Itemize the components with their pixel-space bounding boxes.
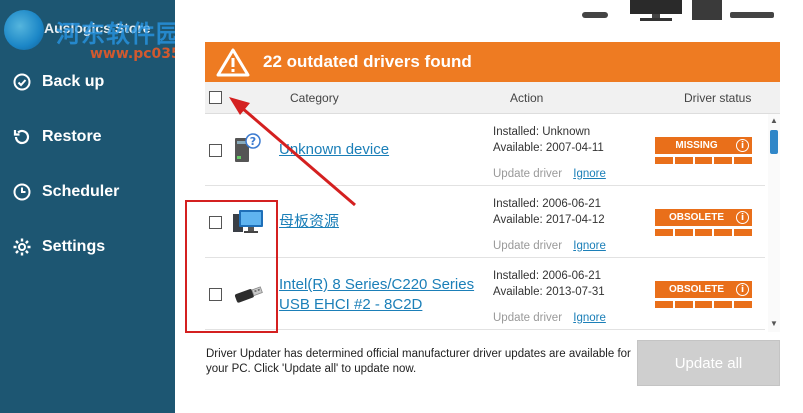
- computer-illustration-icon: [582, 0, 774, 21]
- driver-actions: Update driver Ignore: [493, 168, 606, 180]
- driver-versions: Installed: 2006-06-21 Available: 2013-07…: [493, 268, 605, 300]
- column-category: Category: [290, 91, 339, 105]
- unknown-device-icon: ?: [235, 133, 261, 162]
- store-link[interactable]: Auslogics Store: [44, 20, 151, 36]
- sidebar-item-label: Back up: [42, 73, 105, 90]
- banner-title: 22 outdated drivers found: [263, 52, 472, 71]
- driver-checkbox[interactable]: [209, 144, 222, 157]
- status-badge[interactable]: OBSOLETE i: [655, 209, 752, 226]
- sidebar: Auslogics Store Back up Restore Schedule…: [0, 0, 175, 413]
- scroll-thumb[interactable]: [770, 130, 778, 154]
- scroll-up-icon[interactable]: ▲: [770, 116, 778, 125]
- installed-version: Installed: Unknown: [493, 126, 591, 138]
- info-icon[interactable]: i: [736, 211, 749, 224]
- sidebar-item-back-up[interactable]: Back up: [12, 69, 104, 95]
- driver-versions: Installed: Unknown Available: 2007-04-11: [493, 124, 604, 156]
- sidebar-item-label: Settings: [42, 238, 106, 255]
- usb-device-icon: [234, 286, 263, 303]
- backup-icon: [12, 72, 32, 92]
- ignore-link[interactable]: Ignore: [573, 240, 606, 252]
- update-driver-button[interactable]: Update driver: [493, 168, 562, 180]
- sidebar-item-scheduler[interactable]: Scheduler: [12, 179, 119, 205]
- available-version: Available: 2013-07-31: [493, 286, 605, 298]
- driver-name-link[interactable]: Intel(R) 8 Series/C220 Series USB EHCI #…: [279, 275, 474, 315]
- status-text: OBSOLETE: [668, 284, 724, 295]
- info-icon[interactable]: i: [736, 139, 749, 152]
- restore-icon: [12, 127, 32, 147]
- driver-row: Intel(R) 8 Series/C220 Series USB EHCI #…: [205, 258, 765, 330]
- available-version: Available: 2007-04-11: [493, 142, 604, 154]
- column-action: Action: [510, 91, 544, 105]
- computer-device-icon: [233, 210, 263, 233]
- update-all-button[interactable]: Update all: [637, 340, 780, 386]
- select-all-checkbox[interactable]: [209, 91, 222, 104]
- scroll-down-icon[interactable]: ▼: [770, 319, 778, 328]
- driver-name-line: USB EHCI #2 - 8C2D: [279, 296, 423, 313]
- driver-name-line: 母板资源: [279, 213, 340, 230]
- driver-name-line: Intel(R) 8 Series/C220 Series: [279, 276, 475, 293]
- drivers-panel: 22 outdated drivers found Category Actio…: [205, 42, 780, 332]
- sidebar-item-label: Restore: [42, 128, 102, 145]
- sidebar-item-settings[interactable]: Settings: [12, 234, 105, 260]
- svg-text:?: ?: [250, 135, 256, 148]
- status-text: OBSOLETE: [668, 212, 724, 223]
- driver-versions: Installed: 2006-06-21 Available: 2017-04…: [493, 196, 605, 228]
- installed-version: Installed: 2006-06-21: [493, 198, 602, 210]
- status-text: MISSING: [675, 140, 718, 151]
- warning-icon: [213, 42, 253, 82]
- ignore-link[interactable]: Ignore: [573, 312, 606, 324]
- driver-name-link[interactable]: 母板资源: [279, 212, 339, 232]
- status-level-bar: [655, 157, 752, 164]
- driver-actions: Update driver Ignore: [493, 312, 606, 324]
- ignore-link[interactable]: Ignore: [573, 168, 606, 180]
- sidebar-item-label: Scheduler: [42, 183, 120, 200]
- driver-name-line: Unknown device: [279, 141, 390, 158]
- sidebar-item-restore[interactable]: Restore: [12, 124, 102, 150]
- column-driver-status: Driver status: [684, 91, 752, 105]
- update-driver-button[interactable]: Update driver: [493, 240, 562, 252]
- status-badge[interactable]: MISSING i: [655, 137, 752, 154]
- results-banner: 22 outdated drivers found: [205, 42, 780, 82]
- update-driver-button[interactable]: Update driver: [493, 312, 562, 324]
- clock-icon: [12, 182, 32, 202]
- driver-row: 母板资源 Installed: 2006-06-21 Available: 20…: [205, 186, 765, 258]
- vertical-scrollbar[interactable]: ▲ ▼: [768, 114, 780, 332]
- driver-checkbox[interactable]: [209, 216, 222, 229]
- table-header: Category Action Driver status: [205, 82, 780, 114]
- driver-checkbox[interactable]: [209, 288, 222, 301]
- driver-actions: Update driver Ignore: [493, 240, 606, 252]
- info-icon[interactable]: i: [736, 283, 749, 296]
- status-badge[interactable]: OBSOLETE i: [655, 281, 752, 298]
- status-level-bar: [655, 229, 752, 236]
- driver-row: ? Unknown device Installed: Unknown Avai…: [205, 114, 765, 186]
- footer-message: Driver Updater has determined official m…: [206, 348, 631, 375]
- driver-name-link[interactable]: Unknown device: [279, 140, 389, 160]
- status-level-bar: [655, 301, 752, 308]
- available-version: Available: 2017-04-12: [493, 214, 605, 226]
- installed-version: Installed: 2006-06-21: [493, 270, 602, 282]
- gear-icon: [12, 237, 32, 257]
